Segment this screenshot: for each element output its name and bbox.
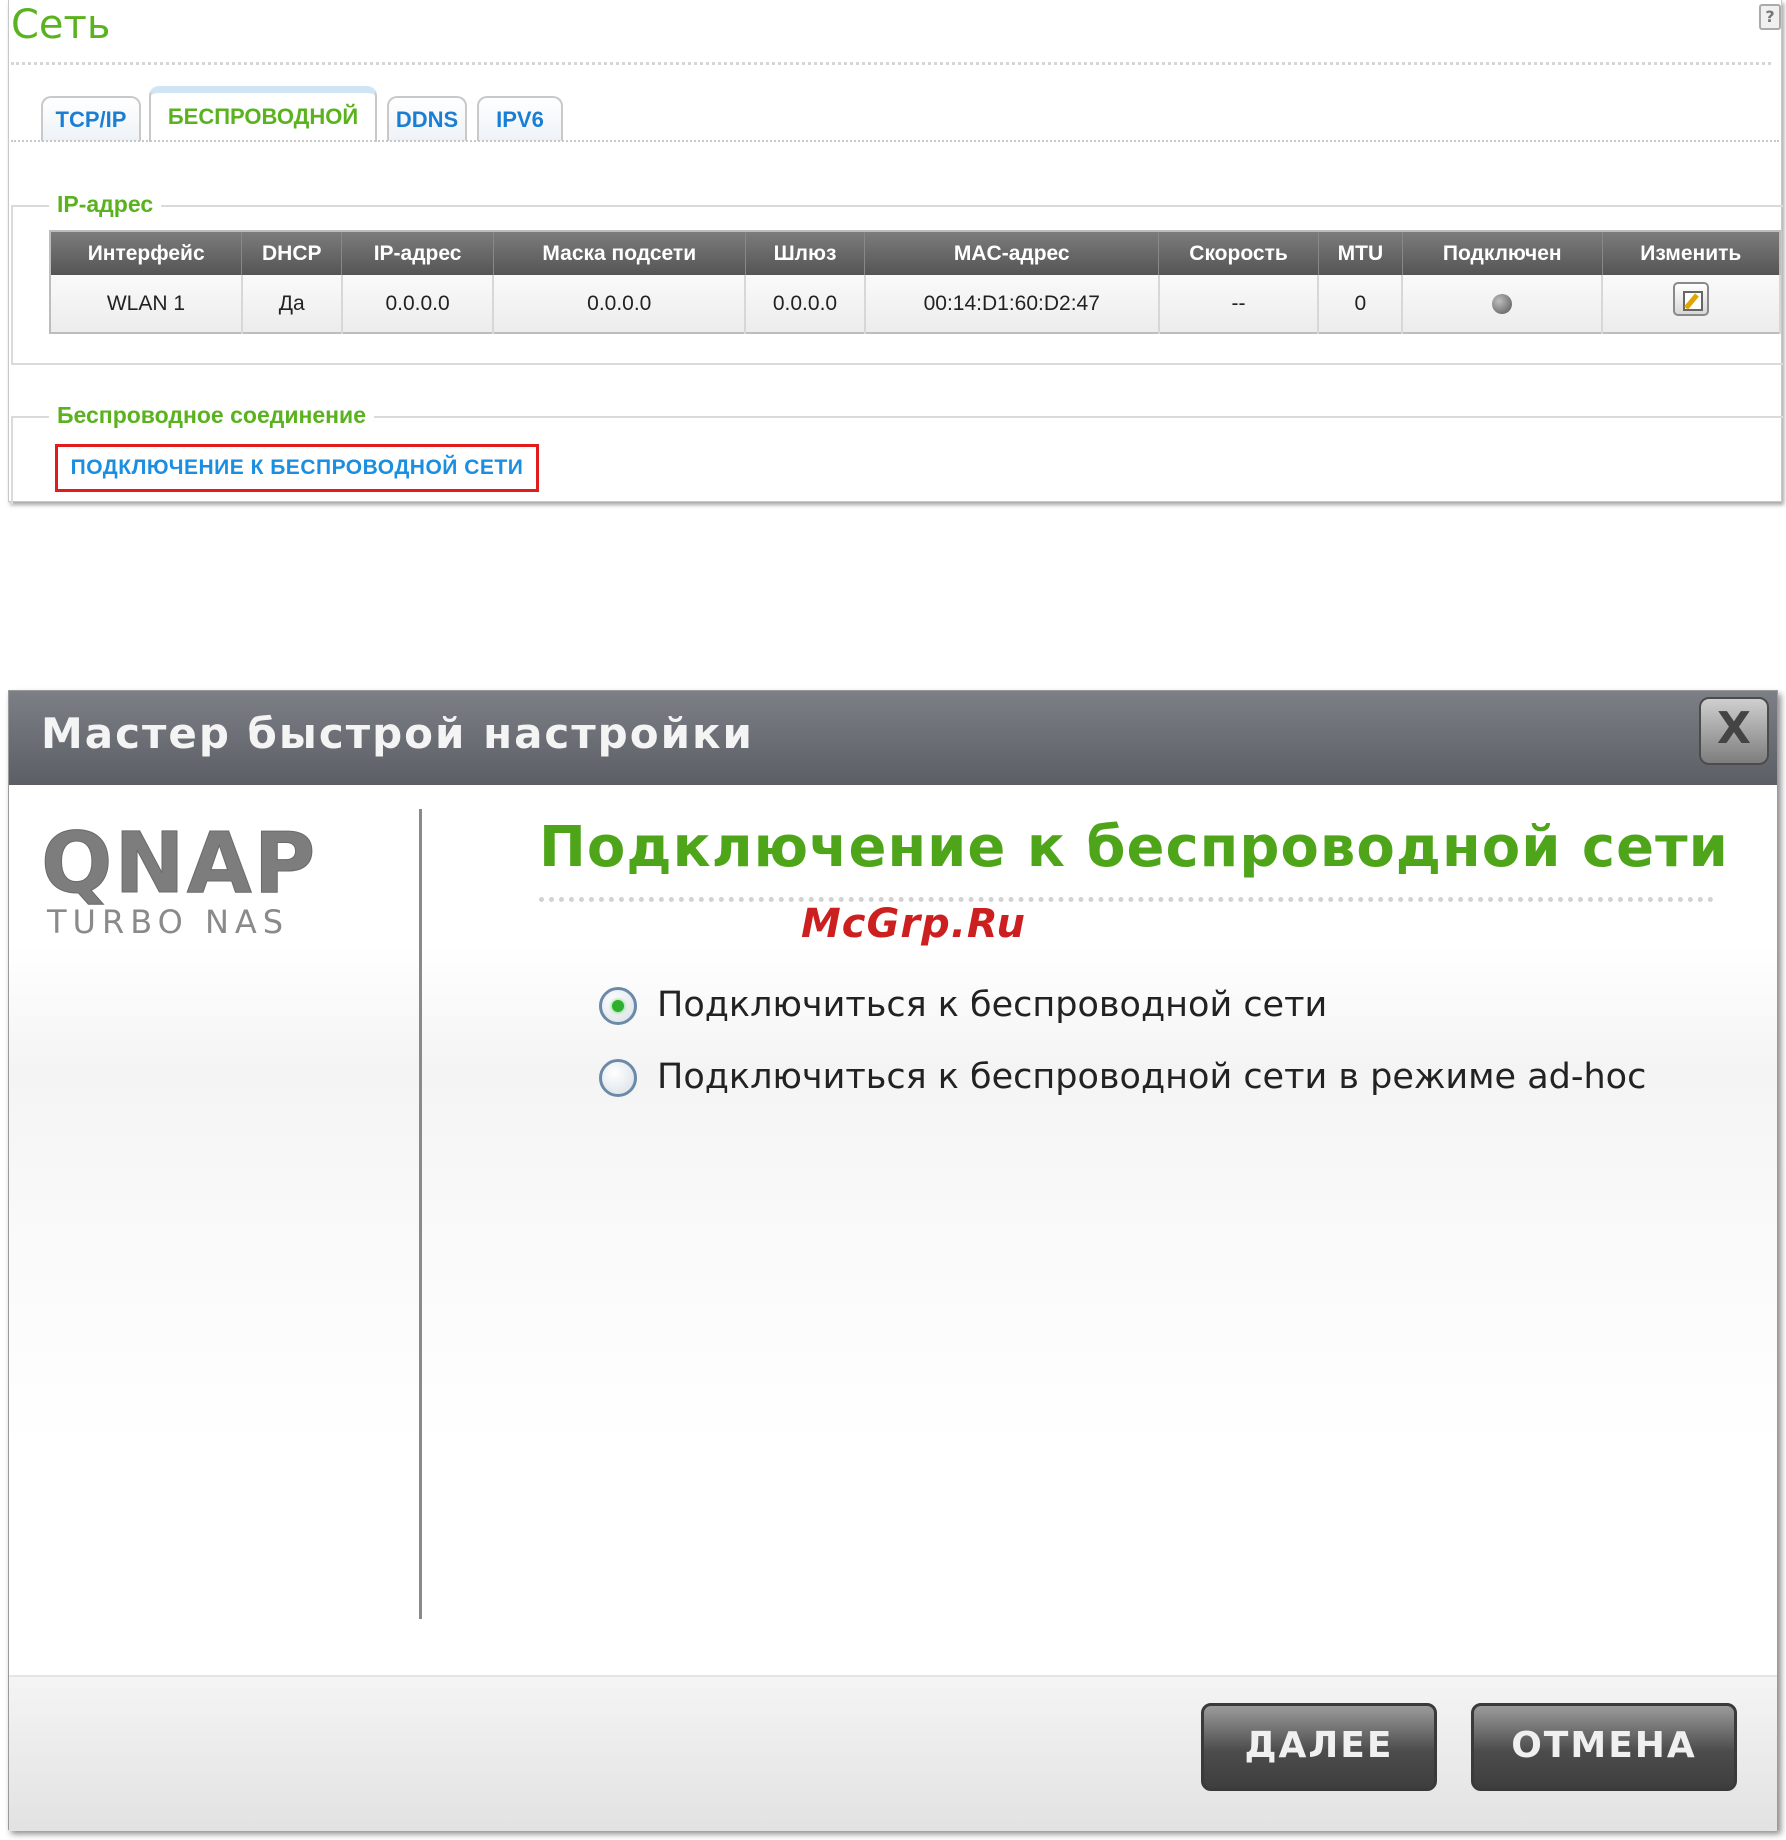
vertical-divider	[419, 809, 422, 1619]
tab-wireless[interactable]: БЕСПРОВОДНОЙ	[149, 86, 377, 142]
table-header-row: Интерфейс DHCP IP-адрес Маска подсети Шл…	[50, 231, 1781, 275]
option-adhoc-label: Подключиться к беспроводной сети в режим…	[657, 1057, 1647, 1097]
next-button[interactable]: ДАЛЕЕ	[1201, 1703, 1437, 1791]
ip-table: Интерфейс DHCP IP-адрес Маска подсети Шл…	[49, 230, 1781, 334]
close-button[interactable]: X	[1699, 697, 1769, 765]
col-speed: Скорость	[1158, 231, 1319, 275]
cell-connected	[1402, 275, 1604, 333]
cell-edit	[1602, 275, 1781, 333]
wizard-title: Мастер быстрой настройки	[41, 709, 754, 758]
cell-mac: 00:14:D1:60:D2:47	[864, 275, 1160, 333]
col-mtu: MTU	[1318, 231, 1403, 275]
col-ip: IP-адрес	[341, 231, 494, 275]
cell-gateway: 0.0.0.0	[745, 275, 866, 333]
col-dhcp: DHCP	[241, 231, 343, 275]
cell-dhcp: Да	[241, 275, 343, 333]
col-interface: Интерфейс	[50, 231, 243, 275]
radio-wireless[interactable]	[599, 987, 637, 1025]
option-wireless-label: Подключиться к беспроводной сети	[657, 985, 1328, 1025]
tab-tcpip[interactable]: TCP/IP	[41, 96, 141, 141]
quick-setup-wizard: Мастер быстрой настройки X QNAP TURBO NA…	[8, 690, 1778, 1831]
tab-ipv6[interactable]: IPV6	[477, 96, 563, 141]
page-title: Сеть	[11, 2, 111, 48]
col-connected: Подключен	[1402, 231, 1603, 275]
col-mac: MAC-адрес	[864, 231, 1160, 275]
col-mask: Маска подсети	[493, 231, 746, 275]
wizard-header: Мастер быстрой настройки X	[9, 691, 1777, 785]
heading-separator	[539, 897, 1714, 902]
table-row: WLAN 1 Да 0.0.0.0 0.0.0.0 0.0.0.0 00:14:…	[50, 275, 1781, 333]
radio-adhoc[interactable]	[599, 1059, 637, 1097]
wizard-body: QNAP TURBO NAS Подключение к беспроводно…	[9, 785, 1777, 1675]
cancel-button[interactable]: ОТМЕНА	[1471, 1703, 1737, 1791]
tab-ddns[interactable]: DDNS	[387, 96, 467, 141]
wizard-footer: ДАЛЕЕ ОТМЕНА	[9, 1675, 1777, 1831]
network-panel: Сеть ? TCP/IP БЕСПРОВОДНОЙ DDNS IPV6 IP-…	[8, 0, 1783, 506]
title-separator	[11, 62, 1771, 65]
col-gateway: Шлюз	[745, 231, 866, 275]
status-dot-icon	[1492, 293, 1513, 314]
ip-section-legend: IP-адрес	[49, 191, 162, 218]
connect-wireless-link[interactable]: ПОДКЛЮЧЕНИЕ К БЕСПРОВОДНОЙ СЕТИ	[55, 444, 539, 492]
qnap-logo-subtext: TURBO NAS	[47, 903, 290, 941]
cell-speed: --	[1158, 275, 1320, 333]
cell-mask: 0.0.0.0	[493, 275, 747, 333]
tabs-baseline	[11, 140, 1779, 142]
edit-icon[interactable]	[1673, 281, 1710, 316]
wizard-heading: Подключение к беспроводной сети	[539, 815, 1729, 880]
qnap-logo: QNAP	[40, 814, 318, 912]
cell-mtu: 0	[1318, 275, 1404, 333]
watermark-text: McGrp.Ru	[801, 901, 1026, 947]
cell-ip: 0.0.0.0	[341, 275, 495, 333]
wireless-section-legend: Беспроводное соединение	[49, 402, 374, 429]
help-icon[interactable]: ?	[1759, 4, 1781, 30]
cell-interface: WLAN 1	[50, 275, 243, 333]
col-edit: Изменить	[1602, 231, 1781, 275]
